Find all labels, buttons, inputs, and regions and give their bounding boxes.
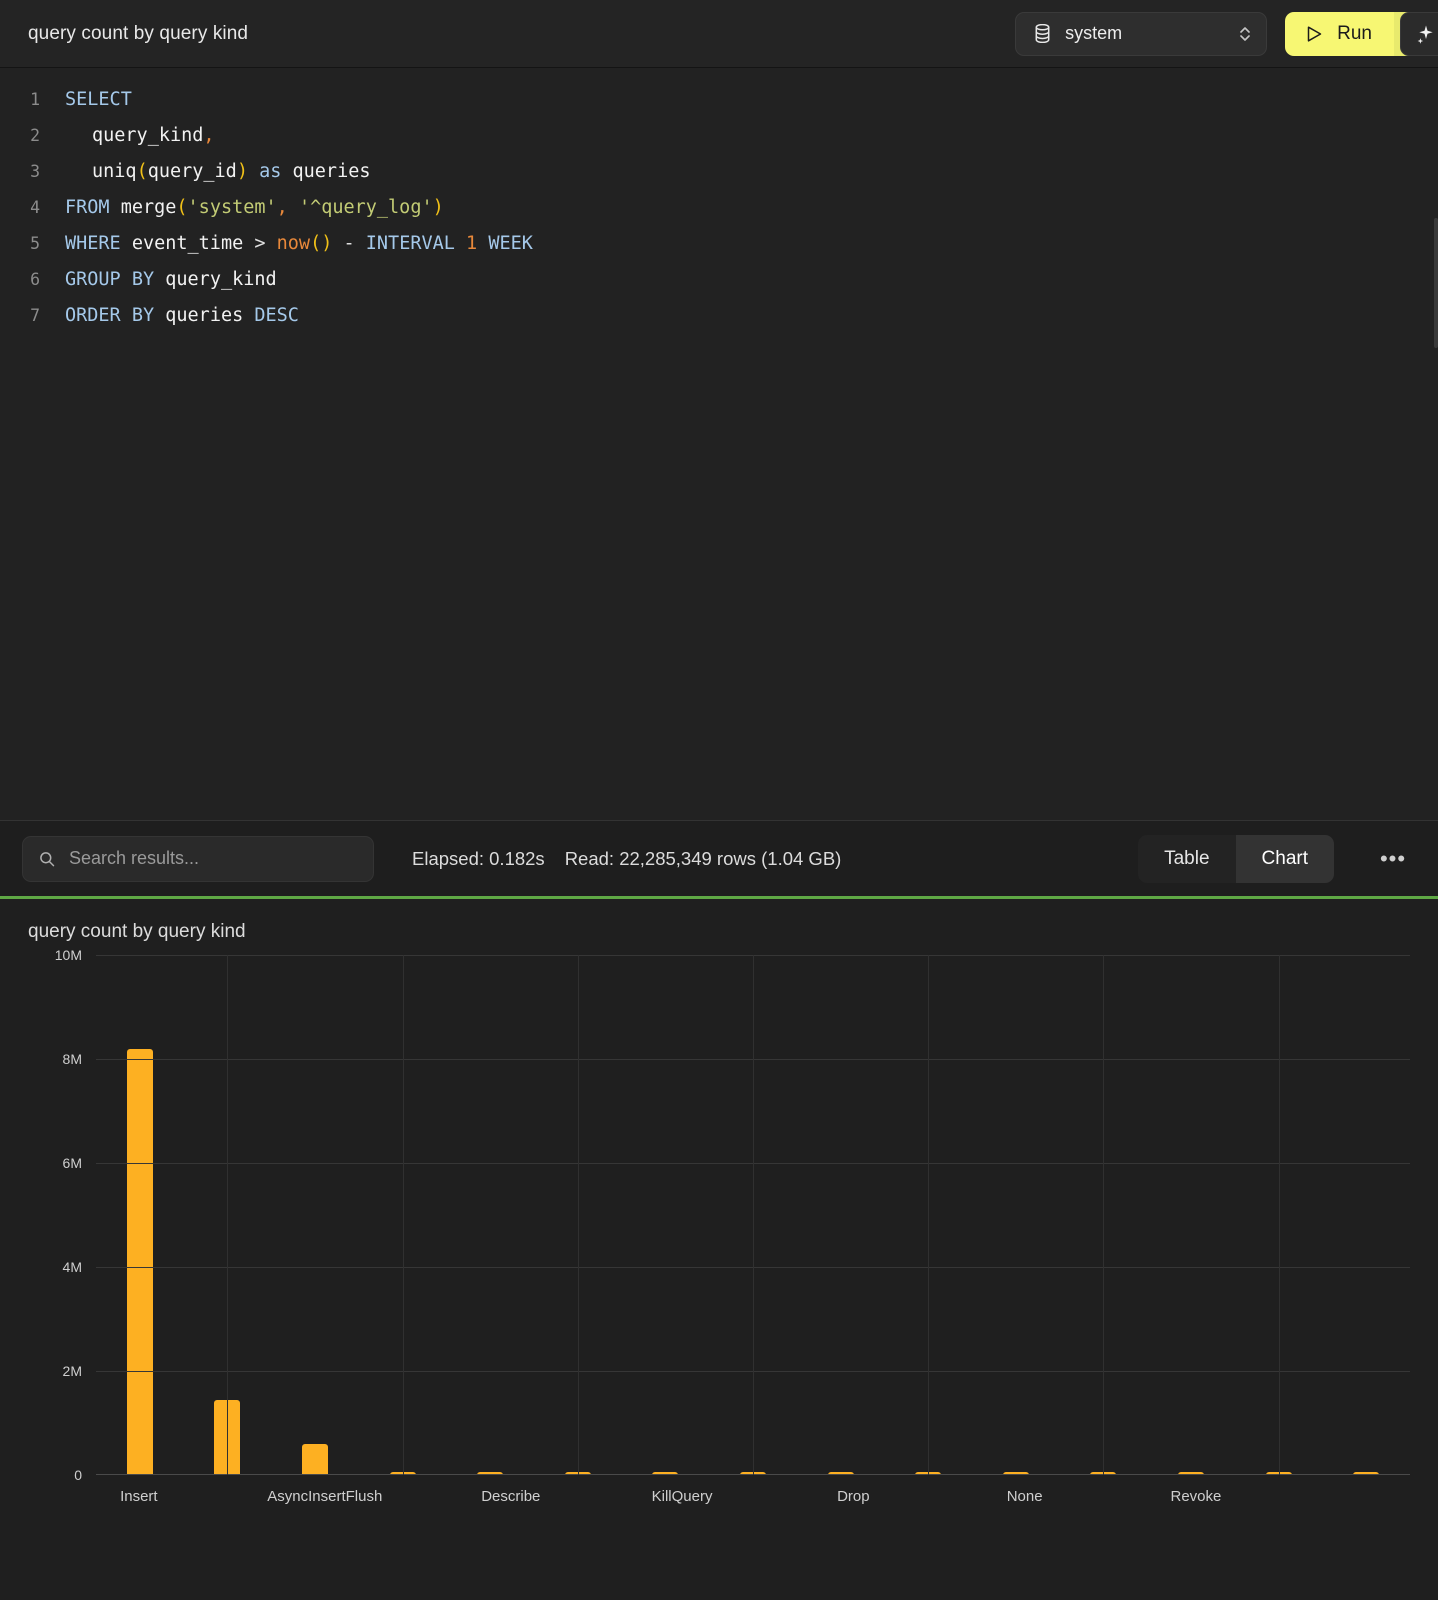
chart-panel: query count by query kind 10M 8M 6M 4M 2M 0 I…	[0, 896, 1438, 1600]
bar-chart: 10M8M6M4M2M0 InsertAsyncInsertFlushDescr…	[0, 955, 1410, 1475]
gridline-vertical	[403, 955, 404, 1475]
gridline-vertical	[578, 955, 579, 1475]
bar-item[interactable]	[446, 955, 534, 1475]
bar-item[interactable]	[96, 955, 184, 1475]
line-number: 4	[0, 190, 48, 226]
x-axis-labels: Insert AsyncInsertFlush Describe KillQuery D…	[96, 1475, 1410, 1517]
gridline-vertical	[1279, 955, 1280, 1475]
search-input[interactable]	[69, 848, 359, 869]
y-axis-tick-label: 8M	[63, 1051, 82, 1067]
x-axis-tick-label	[896, 1475, 982, 1517]
read-stat: Read: 22,285,349 rows (1.04 GB)	[565, 848, 842, 870]
chart-title: query count by query kind	[0, 921, 1438, 943]
ai-assist-button[interactable]	[1400, 12, 1438, 56]
code-text: query_kind,	[64, 118, 215, 154]
code-line[interactable]: 3 uniq(query_id) as queries	[0, 154, 1438, 190]
sql-editor[interactable]: 1 SELECT 2 query_kind, 3 uniq(query_id) as qu…	[0, 68, 1438, 820]
view-mode-toggle: Table Chart	[1138, 835, 1334, 883]
code-line[interactable]: 1 SELECT	[0, 82, 1438, 118]
code-line[interactable]: 5 WHERE event_time > now() - INTERVAL 1 W…	[0, 226, 1438, 262]
x-axis-tick-label	[1067, 1475, 1153, 1517]
bar-item[interactable]	[797, 955, 885, 1475]
x-axis-tick-label	[1239, 1475, 1325, 1517]
x-axis-tick-label	[554, 1475, 640, 1517]
toolbar-actions: system Run	[1015, 12, 1438, 56]
sparkle-icon	[1416, 24, 1436, 44]
y-axis-tick-label: 10M	[55, 947, 82, 963]
run-button[interactable]: Run	[1285, 12, 1394, 56]
code-text: GROUP BY query_kind	[64, 262, 277, 298]
database-icon	[1034, 24, 1051, 43]
x-axis-tick-label: Revoke	[1153, 1475, 1239, 1517]
x-axis-tick-label: KillQuery	[639, 1475, 725, 1517]
plot-area	[96, 955, 1410, 1475]
x-axis-tick-label: AsyncInsertFlush	[267, 1475, 382, 1517]
more-options-button[interactable]: •••	[1376, 842, 1410, 876]
line-number: 1	[0, 82, 48, 118]
chevron-updown-icon	[1238, 24, 1252, 44]
tab-table[interactable]: Table	[1138, 835, 1235, 883]
gridline-vertical	[753, 955, 754, 1475]
gridline-vertical	[928, 955, 929, 1475]
code-text: FROM merge('system', '^query_log')	[64, 190, 444, 226]
line-number: 3	[0, 154, 48, 190]
code-text: SELECT	[64, 82, 132, 118]
x-axis-tick-label	[382, 1475, 468, 1517]
elapsed-stat: Elapsed: 0.182s	[412, 848, 545, 870]
y-axis-tick-label: 2M	[63, 1363, 82, 1379]
code-line[interactable]: 6 GROUP BY query_kind	[0, 262, 1438, 298]
search-results-box[interactable]	[22, 836, 374, 882]
code-text: WHERE event_time > now() - INTERVAL 1 WE…	[64, 226, 533, 262]
tab-chart[interactable]: Chart	[1236, 835, 1334, 883]
bar-item[interactable]	[1147, 955, 1235, 1475]
gridline-vertical	[1103, 955, 1104, 1475]
y-axis-tick-label: 0	[74, 1467, 82, 1483]
line-number: 7	[0, 298, 48, 334]
database-name: system	[1065, 23, 1224, 44]
x-axis-tick-label	[725, 1475, 811, 1517]
code-text: uniq(query_id) as queries	[64, 154, 370, 190]
editor-scrollbar[interactable]	[1434, 218, 1438, 348]
x-axis-tick-label: Drop	[811, 1475, 897, 1517]
x-axis-tick-label: Insert	[96, 1475, 182, 1517]
code-line[interactable]: 7 ORDER BY queries DESC	[0, 298, 1438, 334]
search-icon	[39, 851, 55, 867]
bar-item[interactable]	[1322, 955, 1410, 1475]
y-axis: 10M8M6M4M2M0	[0, 955, 96, 1475]
code-lines[interactable]: 1 SELECT 2 query_kind, 3 uniq(query_id) as qu…	[0, 82, 1438, 334]
y-axis-tick-label: 6M	[63, 1155, 82, 1171]
x-axis-tick-label	[1324, 1475, 1410, 1517]
code-line[interactable]: 2 query_kind,	[0, 118, 1438, 154]
line-number: 6	[0, 262, 48, 298]
database-selector[interactable]: system	[1015, 12, 1267, 56]
play-icon	[1305, 25, 1323, 43]
run-button-label: Run	[1337, 23, 1372, 45]
line-number: 2	[0, 118, 48, 154]
sql-console: query count by query kind system	[0, 0, 1438, 1600]
bar-item[interactable]	[622, 955, 710, 1475]
y-axis-tick-label: 4M	[63, 1259, 82, 1275]
code-line[interactable]: 4 FROM merge('system', '^query_log')	[0, 190, 1438, 226]
line-number: 5	[0, 226, 48, 262]
bar-item[interactable]	[271, 955, 359, 1475]
x-axis-tick-label: Describe	[468, 1475, 554, 1517]
results-toolbar: Elapsed: 0.182s Read: 22,285,349 rows (1…	[0, 820, 1438, 896]
top-toolbar: query count by query kind system	[0, 0, 1438, 68]
bar[interactable]	[127, 1049, 153, 1475]
code-text: ORDER BY queries DESC	[64, 298, 299, 334]
bar-item[interactable]	[972, 955, 1060, 1475]
x-axis-tick-label	[182, 1475, 268, 1517]
page-title: query count by query kind	[28, 23, 248, 45]
x-axis-tick-label: None	[982, 1475, 1068, 1517]
bar[interactable]	[302, 1444, 328, 1475]
gridline-vertical	[227, 955, 228, 1475]
